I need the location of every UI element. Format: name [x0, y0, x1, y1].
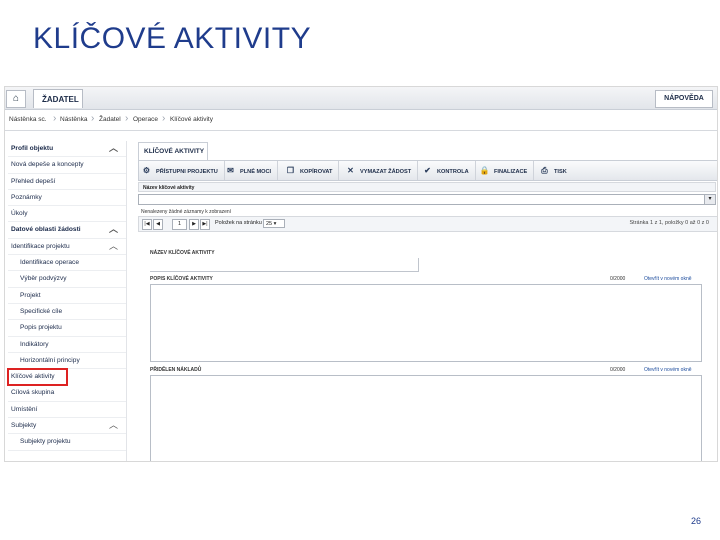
app-window: ⌂ ŽADATEL NÁPOVĚDA Nástěnka sc. › Nástěn… — [4, 86, 718, 462]
sidebar-item-subjekty-projektu[interactable]: Subjekty projektu — [8, 434, 126, 451]
check-icon: ✔ — [424, 166, 431, 175]
sidebar-item-umisteni[interactable]: Umístění — [8, 402, 126, 419]
sidebar-item-cilova-skupina[interactable]: Cílová skupina — [8, 385, 126, 402]
field-label-nazev: NÁZEV KLÍČOVÉ AKTIVITY — [150, 250, 215, 256]
nazev-input[interactable] — [150, 258, 419, 272]
chevron-up-icon[interactable]: ︿ — [109, 418, 118, 433]
help-button[interactable]: NÁPOVĚDA — [655, 90, 713, 108]
mail-icon: ✉ — [227, 166, 234, 175]
breadcrumb: Nástěnka sc. › Nástěnka › Žadatel › Oper… — [5, 110, 717, 131]
breadcrumb-item[interactable]: Nástěnka — [60, 116, 87, 123]
chevron-down-icon[interactable]: ▾ — [704, 195, 715, 204]
breadcrumb-item: Klíčové aktivity — [170, 116, 213, 123]
slide-title: KLÍČOVÉ AKTIVITY — [33, 22, 312, 55]
page-input[interactable]: 1 — [172, 219, 187, 230]
breadcrumb-item[interactable]: Nástěnka sc. — [9, 116, 47, 123]
access-button[interactable]: ⚙ PŘÍSTUPNI PROJEKTU — [141, 161, 225, 180]
chevron-right-icon: › — [125, 113, 129, 124]
toolbar: ⚙ PŘÍSTUPNI PROJEKTU ✉ PLNÉ MOCI ❐ KOPÍROVA… — [138, 160, 717, 181]
print-icon: ⎙ — [541, 166, 548, 175]
pridelen-char-count: 0/2000 — [610, 367, 626, 373]
delete-icon: ✕ — [347, 166, 354, 175]
chevron-up-icon[interactable]: ︿ — [109, 239, 118, 254]
sidebar-item-klicove-aktivity[interactable]: Klíčové aktivity — [7, 368, 68, 387]
tab-zadatel[interactable]: ŽADATEL — [33, 89, 83, 108]
delete-button[interactable]: ✕ VYMAZAT ŽÁDOST — [345, 161, 419, 180]
top-bar: ⌂ ŽADATEL NÁPOVĚDA — [5, 87, 717, 110]
sidebar-item-specificke-cile[interactable]: Specifické cíle — [8, 304, 126, 321]
chevron-right-icon: › — [162, 113, 166, 124]
print-button[interactable]: ⎙ TISK — [539, 161, 573, 180]
breadcrumb-item[interactable]: Žadatel — [99, 116, 121, 123]
sidebar-item-horizontalni-principy[interactable]: Horizontální principy — [8, 353, 126, 370]
breadcrumb-item[interactable]: Operace — [133, 116, 158, 123]
tab-klicove-aktivity[interactable]: KLÍČOVÉ AKTIVITY — [138, 142, 208, 160]
sidebar: Profil objektu ︿ Nová depeše a koncepty P… — [7, 141, 127, 461]
grid-empty-note: Nenalezeny žádné záznamy k zobrazení — [141, 209, 232, 215]
content-panel: KLÍČOVÉ AKTIVITY ⚙ PŘÍSTUPNI PROJEKTU ✉ PL… — [138, 142, 717, 461]
sidebar-item-identifikace-operace[interactable]: Identifikace operace — [8, 255, 126, 272]
chevron-up-icon[interactable]: ︿ — [109, 222, 118, 237]
page-size-select[interactable]: 25 ▾ — [263, 219, 285, 228]
finalize-button[interactable]: 🔒 FINALIZACE — [479, 161, 535, 180]
chevron-right-icon: › — [53, 113, 57, 124]
next-page-icon[interactable]: ▶ — [189, 219, 199, 230]
pridelen-textarea[interactable] — [150, 375, 702, 461]
sidebar-item-vyber-podvyzvy[interactable]: Výběr podvýzvy — [8, 271, 126, 288]
first-page-icon[interactable]: |◀ — [142, 219, 152, 230]
popis-char-count: 0/2000 — [610, 276, 626, 282]
popis-open-link[interactable]: Otevřít v novém okně — [644, 276, 692, 282]
plne-moci-button[interactable]: ✉ PLNÉ MOCI — [225, 161, 279, 180]
copy-button[interactable]: ❐ KOPÍROVAT — [285, 161, 340, 180]
popis-textarea[interactable] — [150, 284, 702, 362]
copy-icon: ❐ — [286, 166, 295, 175]
chevron-up-icon[interactable]: ︿ — [109, 141, 118, 156]
field-label-popis: POPIS KLÍČOVÉ AKTIVITY — [150, 276, 213, 282]
prev-page-icon[interactable]: ◀ — [153, 219, 163, 230]
sidebar-item-prehled-depesi[interactable]: Přehled depeší — [8, 174, 126, 190]
access-icon: ⚙ — [142, 166, 151, 175]
check-button[interactable]: ✔ KONTROLA — [422, 161, 476, 180]
pager-info: Stránka 1 z 1, položky 0 až 0 z 0 — [629, 220, 710, 226]
home-icon[interactable]: ⌂ — [6, 90, 26, 108]
pager: |◀ ◀ 1 ▶ ▶| Položek na stránku 25 ▾ Strá… — [138, 216, 717, 232]
pridelen-open-link[interactable]: Otevřít v novém okně — [644, 367, 692, 373]
page-number: 26 — [691, 516, 702, 526]
page-size-label: Položek na stránku — [215, 220, 262, 226]
chevron-right-icon: › — [91, 113, 95, 124]
sidebar-item-indikatory[interactable]: Indikátory — [8, 337, 126, 353]
sidebar-item-identifikace-projektu[interactable]: Identifikace projektu ︿ — [8, 239, 126, 256]
sidebar-item-datove-oblasti[interactable]: Datové oblasti žádosti ︿ — [8, 222, 126, 239]
grid-column-header[interactable]: Název klíčové aktivity — [138, 182, 716, 192]
sidebar-item-projekt[interactable]: Projekt — [8, 288, 126, 304]
sidebar-item-subjekty[interactable]: Subjekty ︿ — [8, 418, 126, 435]
sidebar-item-nova-depese[interactable]: Nová depeše a koncepty — [8, 157, 126, 174]
sidebar-item-profil[interactable]: Profil objektu ︿ — [8, 141, 126, 158]
field-label-pridelen: PŘIDĚLEN NÁKLADŮ — [150, 367, 202, 373]
grid-filter-select[interactable]: ▾ — [138, 194, 716, 205]
sidebar-item-ukoly[interactable]: Úkoly — [8, 206, 126, 223]
last-page-icon[interactable]: ▶| — [200, 219, 210, 230]
lock-icon: 🔒 — [479, 166, 490, 175]
sidebar-item-poznamky[interactable]: Poznámky — [8, 190, 126, 207]
sidebar-item-popis-projektu[interactable]: Popis projektu — [8, 320, 126, 337]
